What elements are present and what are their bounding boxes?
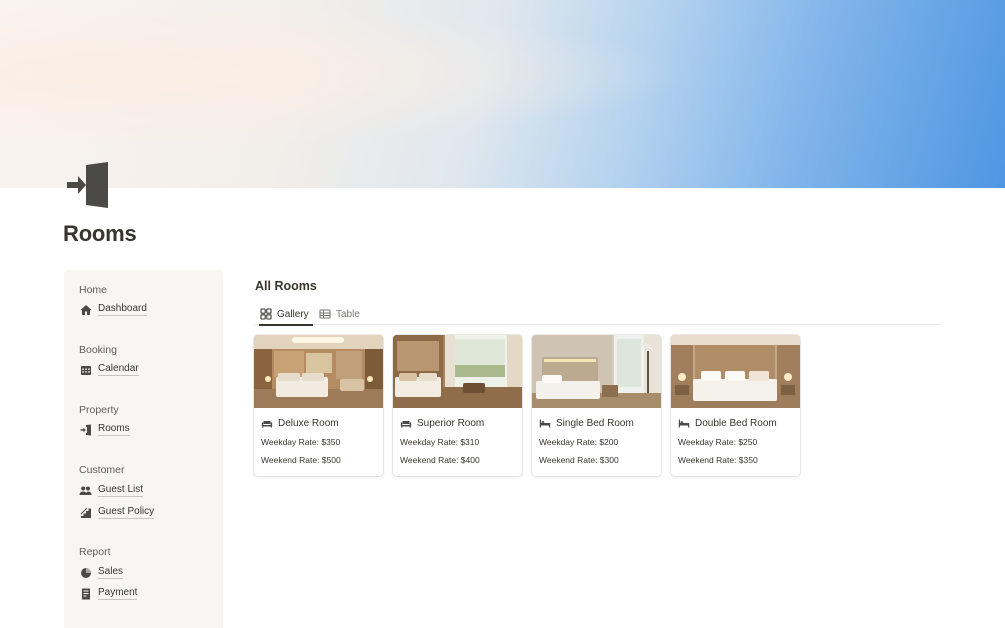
database-title: All Rooms — [255, 279, 317, 293]
room-card-double[interactable]: Double Bed Room Weekday Rate: $250 Weeke… — [671, 335, 800, 476]
room-card-superior[interactable]: Superior Room Weekday Rate: $310 Weekend… — [393, 335, 522, 476]
table-icon — [319, 308, 331, 320]
room-photo — [532, 335, 661, 408]
calendar-icon — [79, 363, 92, 376]
room-name: Double Bed Room — [678, 417, 777, 429]
sofa-icon — [400, 417, 412, 429]
section-customer: Customer — [79, 464, 125, 476]
door-enter-icon — [79, 423, 92, 436]
weekday-rate: Weekday Rate: $250 — [678, 437, 758, 447]
sidebar: Home Dashboard Booking Calendar Property… — [64, 270, 223, 628]
gallery-icon — [260, 308, 272, 320]
sofa-icon — [261, 417, 273, 429]
nav-calendar-label: Calendar — [98, 363, 139, 376]
nav-rooms-label: Rooms — [98, 423, 130, 436]
room-name: Superior Room — [400, 417, 484, 429]
stairs-icon — [79, 506, 92, 519]
room-name-label: Deluxe Room — [278, 417, 339, 429]
nav-dashboard[interactable]: Dashboard — [79, 303, 147, 316]
weekday-rate: Weekday Rate: $200 — [539, 437, 619, 447]
cover-image — [0, 0, 1005, 188]
room-name: Deluxe Room — [261, 417, 339, 429]
nav-guest-list[interactable]: Guest List — [79, 484, 144, 497]
nav-rooms[interactable]: Rooms — [79, 423, 130, 436]
section-property: Property — [79, 404, 119, 416]
nav-calendar[interactable]: Calendar — [79, 363, 139, 376]
section-report: Report — [79, 546, 111, 558]
weekend-rate: Weekend Rate: $350 — [678, 455, 758, 465]
page-title: Rooms — [63, 221, 137, 246]
nav-dashboard-label: Dashboard — [98, 303, 147, 316]
room-card-deluxe[interactable]: Deluxe Room Weekday Rate: $350 Weekend R… — [254, 335, 383, 476]
room-name-label: Double Bed Room — [695, 417, 777, 429]
tab-gallery[interactable]: Gallery — [259, 303, 313, 326]
door-enter-icon[interactable] — [64, 162, 112, 208]
weekend-rate: Weekend Rate: $300 — [539, 455, 619, 465]
weekend-rate: Weekend Rate: $500 — [261, 455, 341, 465]
view-tabs: Gallery Table — [254, 303, 940, 326]
room-photo — [254, 335, 383, 408]
tab-table[interactable]: Table — [319, 303, 360, 325]
nav-sales-label: Sales — [98, 566, 124, 579]
room-name-label: Single Bed Room — [556, 417, 634, 429]
pie-chart-icon — [79, 566, 92, 579]
nav-payment[interactable]: Payment — [79, 587, 138, 600]
room-name-label: Superior Room — [417, 417, 485, 429]
weekday-rate: Weekday Rate: $350 — [261, 437, 341, 447]
nav-guest-list-label: Guest List — [98, 484, 144, 497]
section-booking: Booking — [79, 344, 117, 356]
weekday-rate: Weekday Rate: $310 — [400, 437, 480, 447]
room-card-single[interactable]: Single Bed Room Weekday Rate: $200 Weeke… — [532, 335, 661, 476]
room-name: Single Bed Room — [539, 417, 634, 429]
bed-icon — [539, 417, 551, 429]
section-home: Home — [79, 284, 108, 296]
tab-table-label: Table — [336, 308, 360, 320]
nav-payment-label: Payment — [98, 587, 138, 600]
room-photo — [671, 335, 800, 408]
bed-icon — [678, 417, 690, 429]
home-icon — [79, 303, 92, 316]
tab-gallery-label: Gallery — [277, 308, 309, 320]
people-icon — [79, 484, 92, 497]
nav-sales[interactable]: Sales — [79, 566, 124, 579]
nav-guest-policy[interactable]: Guest Policy — [79, 506, 155, 519]
receipt-icon — [79, 587, 92, 600]
nav-guest-policy-label: Guest Policy — [98, 506, 155, 519]
room-photo — [393, 335, 522, 408]
weekend-rate: Weekend Rate: $400 — [400, 455, 480, 465]
